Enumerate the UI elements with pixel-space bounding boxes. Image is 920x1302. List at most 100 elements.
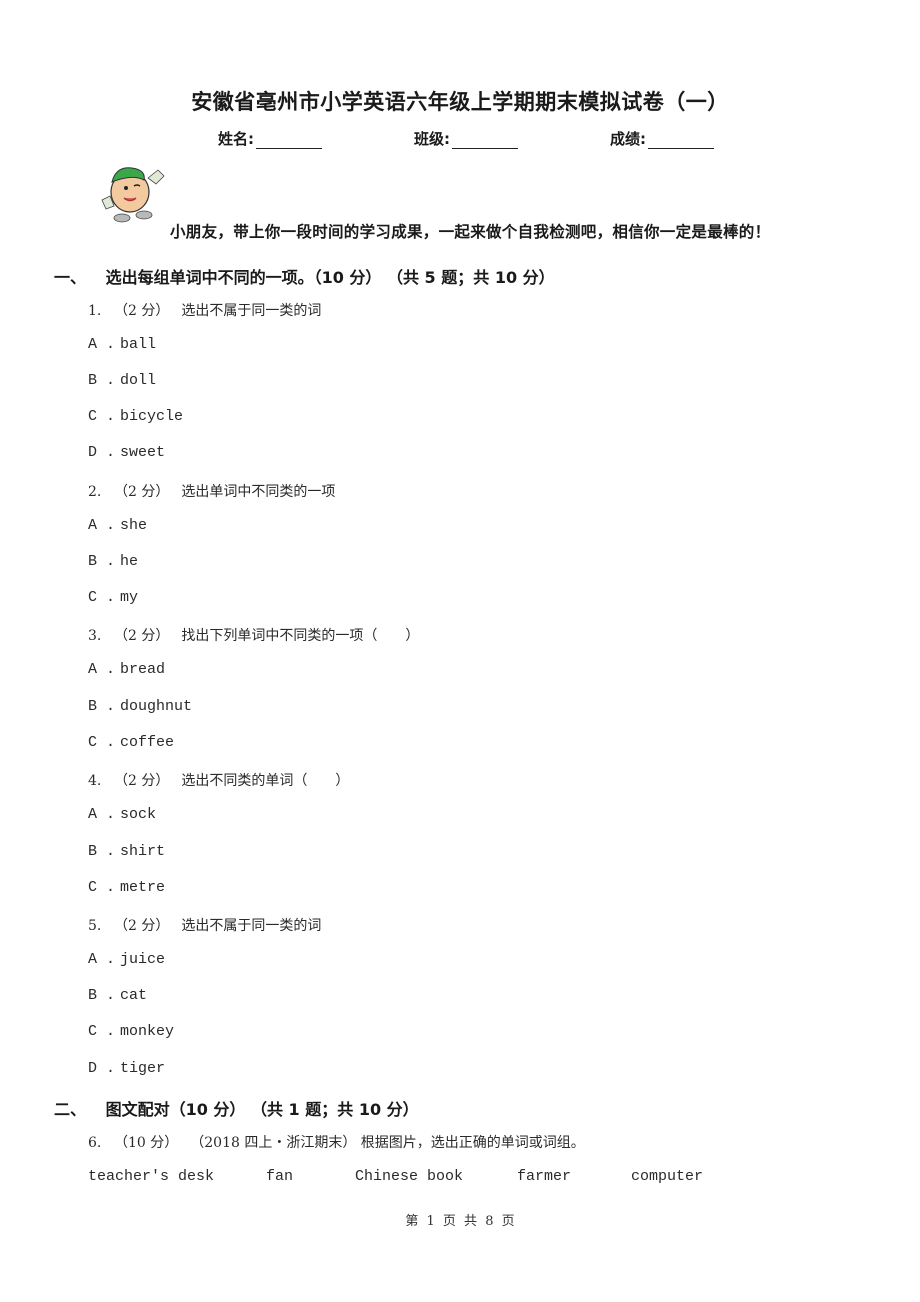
- option-text: sock: [120, 806, 157, 823]
- class-field-blank[interactable]: [452, 134, 518, 149]
- option-item[interactable]: B . shirt: [88, 843, 165, 860]
- option-letter: A .: [88, 951, 116, 968]
- option-letter: A .: [88, 806, 116, 823]
- option-letter: B .: [88, 372, 116, 389]
- option-text: monkey: [120, 1023, 175, 1040]
- section-1-title: 选出每组单词中不同的一项。（10 分） （共 5 题；共 10 分）: [105, 268, 555, 287]
- section-2-title: 图文配对（10 分） （共 1 题；共 10 分）: [105, 1100, 419, 1119]
- option-text: coffee: [120, 734, 175, 751]
- page-footer: 第 1 页 共 8 页: [405, 1214, 515, 1229]
- question-number: 4.: [88, 773, 102, 789]
- question-points: （2 分）: [114, 484, 170, 500]
- word-bank-item: farmer: [517, 1168, 572, 1185]
- class-field[interactable]: 班级:: [414, 128, 518, 149]
- option-text: juice: [120, 951, 166, 968]
- option-item[interactable]: B . doughnut: [88, 698, 192, 715]
- option-item[interactable]: C . metre: [88, 879, 165, 896]
- option-item[interactable]: A . she: [88, 517, 147, 534]
- word-bank-item: fan: [266, 1168, 294, 1185]
- option-item[interactable]: C . coffee: [88, 734, 174, 751]
- question-number: 5.: [88, 918, 102, 934]
- option-letter: C .: [88, 879, 116, 896]
- word-bank-item: teacher's desk: [88, 1168, 215, 1185]
- option-letter: A .: [88, 661, 116, 678]
- question-points: （2 分）: [114, 303, 170, 319]
- option-item[interactable]: C . my: [88, 589, 138, 606]
- question-prompt: 选出不属于同一类的词: [181, 918, 322, 934]
- cartoon-boy-mascot-icon: [101, 167, 165, 223]
- option-letter: C .: [88, 734, 116, 751]
- word-bank-item: Chinese book: [355, 1168, 464, 1185]
- question-1: 1. （2 分） 选出不属于同一类的词: [88, 300, 321, 320]
- question-prompt: 选出单词中不同类的一项: [181, 484, 336, 500]
- exam-page: 安徽省亳州市小学英语六年级上学期期末模拟试卷（一） 姓名: 班级: 成绩: 小朋…: [0, 0, 920, 1302]
- question-number: 3.: [88, 628, 102, 644]
- option-letter: C .: [88, 408, 116, 425]
- option-letter: B .: [88, 553, 116, 570]
- option-text: cat: [120, 987, 148, 1004]
- option-letter: A .: [88, 517, 116, 534]
- option-letter: D .: [88, 444, 116, 461]
- word-bank-item: computer: [631, 1168, 704, 1185]
- question-6: 6. （10 分） （2018 四上・浙江期末） 根据图片，选出正确的单词或词组。: [88, 1132, 585, 1152]
- question-points: （2 分）: [114, 628, 170, 644]
- option-item[interactable]: A . bread: [88, 661, 165, 678]
- option-letter: C .: [88, 589, 116, 606]
- option-letter: A .: [88, 336, 116, 353]
- score-field[interactable]: 成绩:: [610, 128, 714, 149]
- option-item[interactable]: C . monkey: [88, 1023, 174, 1040]
- option-text: doughnut: [120, 698, 193, 715]
- option-item[interactable]: A . ball: [88, 336, 156, 353]
- option-text: tiger: [120, 1060, 166, 1077]
- question-4: 4. （2 分） 选出不同类的单词（ ）: [88, 770, 349, 790]
- option-item[interactable]: C . bicycle: [88, 408, 183, 425]
- question-5: 5. （2 分） 选出不属于同一类的词: [88, 915, 321, 935]
- option-letter: B .: [88, 987, 116, 1004]
- question-prompt: 选出不属于同一类的词: [181, 303, 322, 319]
- option-text: shirt: [120, 843, 166, 860]
- question-number: 1.: [88, 303, 102, 319]
- question-points: （2 分）: [114, 918, 170, 934]
- class-field-label: 班级:: [414, 130, 450, 148]
- question-prompt: 选出不同类的单词（ ）: [181, 773, 350, 789]
- score-field-blank[interactable]: [648, 134, 714, 149]
- question-points: （2 分）: [114, 773, 170, 789]
- option-letter: B .: [88, 698, 116, 715]
- question-points: （10 分）: [114, 1135, 179, 1151]
- encouragement-text: 小朋友，带上你一段时间的学习成果，一起来做个自我检测吧，相信你一定是最棒的！: [170, 223, 771, 241]
- option-item[interactable]: B . cat: [88, 987, 147, 1004]
- name-field[interactable]: 姓名:: [218, 128, 322, 149]
- option-text: ball: [120, 336, 157, 353]
- question-3: 3. （2 分） 找出下列单词中不同类的一项（ ）: [88, 625, 419, 645]
- section-2-number: 二、: [54, 1100, 87, 1119]
- option-item[interactable]: D . sweet: [88, 444, 165, 461]
- section-1-number: 一、: [54, 268, 87, 287]
- option-item[interactable]: B . doll: [88, 372, 156, 389]
- option-item[interactable]: B . he: [88, 553, 138, 570]
- option-text: sweet: [120, 444, 166, 461]
- question-number: 6.: [88, 1135, 102, 1151]
- option-letter: D .: [88, 1060, 116, 1077]
- section-2-heading: 二、 图文配对（10 分） （共 1 题；共 10 分）: [54, 1096, 419, 1120]
- document-title: 安徽省亳州市小学英语六年级上学期期末模拟试卷（一）: [191, 90, 729, 114]
- option-text: bread: [120, 661, 166, 678]
- name-field-label: 姓名:: [218, 130, 254, 148]
- name-field-blank[interactable]: [256, 134, 322, 149]
- option-text: she: [120, 517, 148, 534]
- score-field-label: 成绩:: [610, 130, 646, 148]
- option-letter: B .: [88, 843, 116, 860]
- option-text: metre: [120, 879, 166, 896]
- option-text: doll: [120, 372, 157, 389]
- option-text: bicycle: [120, 408, 184, 425]
- question-prompt: 找出下列单词中不同类的一项（ ）: [181, 628, 420, 644]
- question-prompt: （2018 四上・浙江期末） 根据图片，选出正确的单词或词组。: [190, 1135, 585, 1151]
- option-letter: C .: [88, 1023, 116, 1040]
- option-item[interactable]: A . sock: [88, 806, 156, 823]
- option-item[interactable]: D . tiger: [88, 1060, 165, 1077]
- question-2: 2. （2 分） 选出单词中不同类的一项: [88, 481, 335, 501]
- question-number: 2.: [88, 484, 102, 500]
- option-text: my: [120, 589, 139, 606]
- section-1-heading: 一、 选出每组单词中不同的一项。（10 分） （共 5 题；共 10 分）: [54, 264, 555, 288]
- option-item[interactable]: A . juice: [88, 951, 165, 968]
- option-text: he: [120, 553, 139, 570]
